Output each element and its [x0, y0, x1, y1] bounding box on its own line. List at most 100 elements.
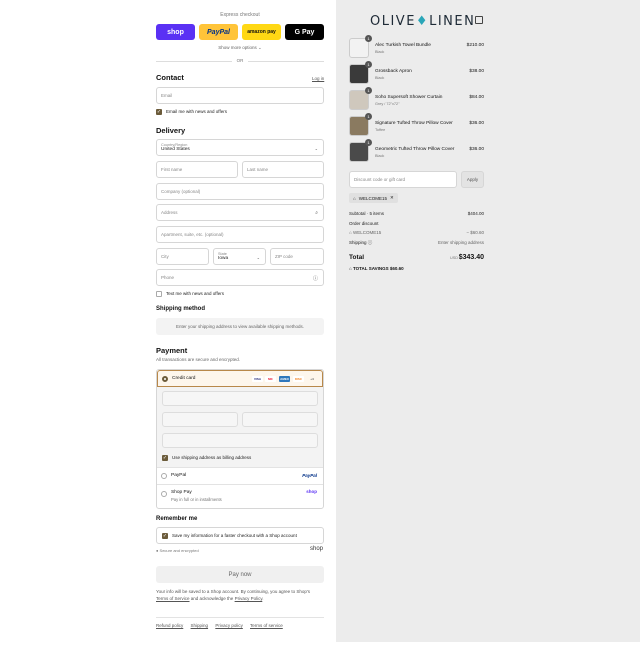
address-field[interactable]: Address ⌕ — [156, 204, 324, 221]
shop-logo-icon: shop — [310, 546, 324, 552]
country-select[interactable]: Country/Region United States ⌄ — [156, 139, 324, 156]
discover-icon: DISC — [293, 376, 304, 382]
shop-pay-option[interactable]: Shop Pay Pay in full or in installments … — [157, 484, 323, 508]
discount-tag-code: WELCOME15 — [358, 195, 387, 201]
shipping-label: Shipping ⓘ — [349, 240, 373, 245]
city-field[interactable]: City — [156, 248, 209, 265]
cart-item: 1 Alec Turkish Towel Bundle Black $210.0… — [349, 35, 484, 58]
shop-pay-button[interactable]: shop — [156, 24, 195, 40]
express-checkout-title: Express checkout — [220, 12, 260, 18]
text-offers-checkbox[interactable] — [156, 291, 162, 297]
refund-policy-link[interactable]: Refund policy — [156, 623, 183, 628]
order-discount-label: Order discount — [349, 221, 379, 226]
cart-item: 1 Soho Supersoft Shower Curtain Grey / 7… — [349, 87, 484, 110]
phone-placeholder: Phone — [161, 275, 175, 280]
close-icon[interactable]: ✕ — [390, 195, 394, 201]
amex-icon: AMEX — [279, 376, 290, 382]
state-value: Iowa — [218, 256, 229, 261]
paypal-radio[interactable] — [161, 473, 167, 479]
secure-label: Secure and encrypted — [159, 548, 199, 553]
shop-pay-radio[interactable] — [161, 491, 167, 497]
or-divider: OR — [156, 58, 324, 64]
total-savings: ⌂ TOTAL SAVINGS $60.60 — [349, 266, 404, 271]
remember-me-heading: Remember me — [156, 516, 198, 522]
email-field[interactable]: Email — [156, 87, 324, 104]
pay-now-button[interactable]: Pay now — [156, 566, 324, 583]
paypal-label: PayPal — [171, 473, 187, 478]
security-code-field[interactable] — [242, 412, 318, 427]
amazon-pay-button[interactable]: amazon pay — [242, 24, 281, 40]
help-icon[interactable]: ⓘ — [313, 275, 318, 282]
show-more-options-link[interactable]: Show more options ⌄ — [156, 45, 324, 51]
quantity-badge: 1 — [365, 61, 372, 68]
phone-field[interactable]: Phone ⓘ — [156, 269, 324, 286]
discount-code-label: WELCOME15 — [352, 230, 382, 235]
item-price: $210.00 — [466, 43, 484, 48]
total-label: Total — [349, 254, 365, 261]
chevron-down-icon: ⌄ — [314, 146, 318, 151]
first-name-field[interactable]: First name — [156, 161, 238, 178]
last-name-field[interactable]: Last name — [242, 161, 324, 178]
apply-button[interactable]: Apply — [461, 171, 484, 188]
google-pay-button[interactable]: G Pay — [285, 24, 324, 40]
chevron-down-icon: ⌄ — [256, 255, 260, 260]
paypal-option[interactable]: PayPal PayPal — [157, 467, 323, 484]
billing-address-checkbox[interactable]: ✓ — [162, 455, 168, 461]
payment-subtitle: All transactions are secure and encrypte… — [156, 357, 241, 362]
state-select[interactable]: State Iowa ⌄ — [213, 248, 266, 265]
zip-field[interactable]: ZIP code — [270, 248, 324, 265]
discount-code-input[interactable]: Discount code or gift card — [349, 171, 457, 188]
currency-code: USD — [449, 256, 458, 260]
item-price: $36.00 — [469, 121, 484, 126]
card-number-field[interactable] — [162, 391, 318, 406]
item-variant: Grey / 72"x72" — [375, 102, 400, 106]
terms-of-service-link[interactable]: Terms of Service — [156, 596, 190, 601]
privacy-policy-link[interactable]: Privacy Policy — [235, 596, 263, 601]
save-info-checkbox[interactable]: ✓ — [162, 533, 168, 539]
shopping-bag-icon[interactable] — [475, 16, 483, 24]
contact-heading: Contact — [156, 73, 184, 82]
shipping-info-box: Enter your shipping address to view avai… — [156, 318, 324, 335]
card-details-area: ✓ Use shipping address as billing addres… — [157, 387, 323, 467]
discount-code-row: ⌂ WELCOME15 − $60.60 — [349, 230, 484, 235]
shipping-row: Shipping ⓘ Enter shipping address — [349, 240, 484, 246]
logo-part1: OLIVE — [370, 14, 416, 29]
paypal-button[interactable]: PayPal — [199, 24, 238, 40]
email-placeholder: Email — [161, 93, 173, 98]
billing-address-label: Use shipping address as billing address — [172, 455, 252, 460]
subtotal-value: $404.00 — [467, 211, 484, 216]
legal-and: and acknowledge the — [190, 596, 234, 601]
visa-icon: VISA — [252, 376, 263, 382]
apartment-field[interactable]: Apartment, suite, etc. (optional) — [156, 226, 324, 243]
company-field[interactable]: Company (optional) — [156, 183, 324, 200]
bottom-strip — [336, 642, 640, 669]
shop-logo-icon: shop — [306, 489, 317, 494]
terms-of-service-footer-link[interactable]: Terms of service — [250, 623, 283, 628]
search-icon: ⌕ — [315, 210, 318, 216]
privacy-policy-footer-link[interactable]: Privacy policy — [215, 623, 243, 628]
footer-links: Refund policy Shipping Privacy policy Te… — [156, 623, 289, 628]
shop-pay-label: Shop Pay — [171, 490, 192, 495]
expiration-field[interactable] — [162, 412, 238, 427]
quantity-badge: 1 — [365, 113, 372, 120]
news-checkbox[interactable]: ✓ — [156, 109, 162, 115]
credit-card-radio[interactable] — [162, 376, 168, 382]
logo-part2: LINEN — [429, 14, 476, 29]
save-info-label: Save my information for a faster checkou… — [172, 533, 297, 538]
item-variant: Black — [375, 76, 385, 80]
item-variant: Black — [375, 50, 385, 54]
remember-me-box: ✓ Save my information for a faster check… — [156, 527, 324, 544]
legal-period: . — [262, 596, 264, 601]
shipping-link[interactable]: Shipping — [191, 623, 209, 628]
paypal-logo-icon: PayPal — [302, 473, 317, 478]
credit-card-option[interactable]: Credit card VISA MC AMEX DISC +4 — [157, 370, 323, 387]
savings-value: $60.60 — [389, 266, 404, 271]
name-on-card-field[interactable] — [162, 433, 318, 448]
city-placeholder: City — [161, 254, 169, 259]
apartment-placeholder: Apartment, suite, etc. (optional) — [161, 232, 224, 237]
savings-label: TOTAL SAVINGS — [352, 266, 389, 271]
item-name: Geometric Tufted Throw Pillow Cover — [375, 147, 455, 152]
shipping-value: Enter shipping address — [437, 240, 484, 245]
brand-logo[interactable]: OLIVE♦LINEN — [370, 14, 475, 29]
login-link[interactable]: Log in — [312, 76, 324, 81]
